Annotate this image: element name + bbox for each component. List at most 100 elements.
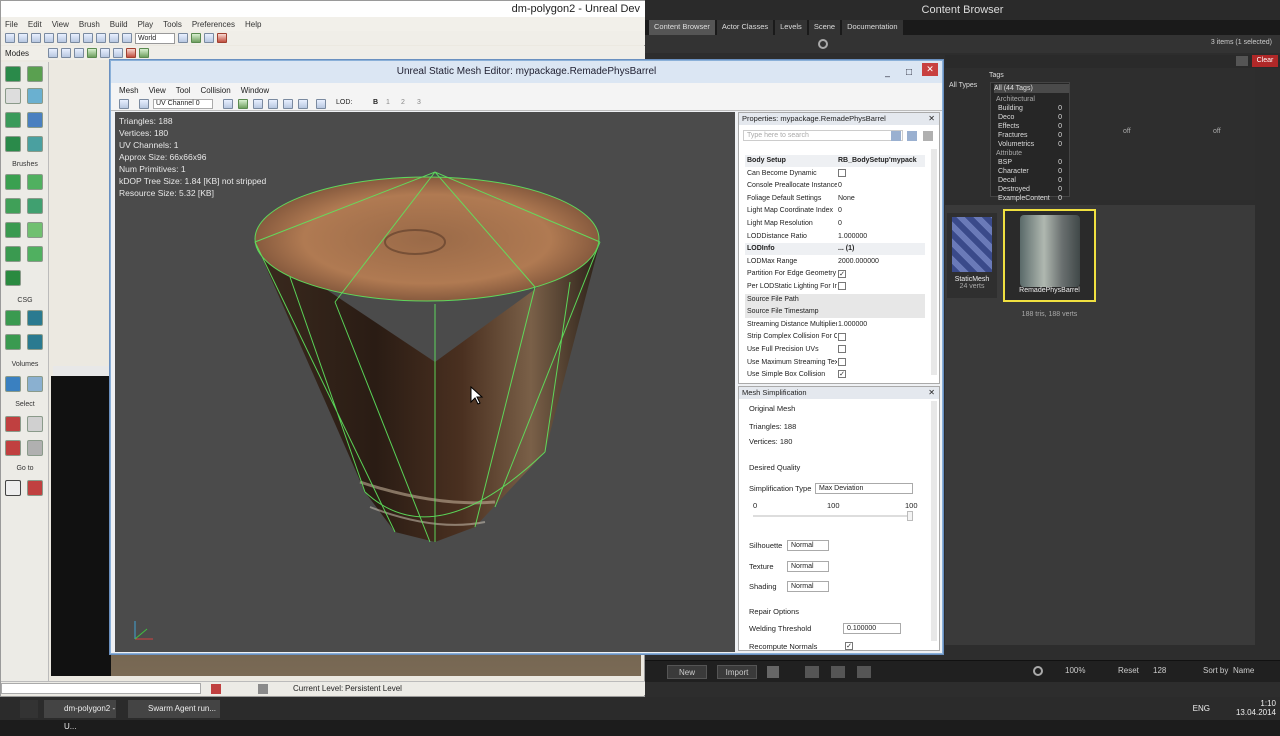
property-row[interactable]: Use Maximum Streaming Texel Ratio xyxy=(745,357,925,369)
welding-threshold-input[interactable]: 0.100000 xyxy=(843,623,901,634)
tab-documentation[interactable]: Documentation xyxy=(842,20,903,35)
system-clock[interactable]: 1:10 13.04.2014 xyxy=(1236,699,1276,717)
save-all-icon[interactable] xyxy=(44,33,54,43)
terrain-tool-icon[interactable] xyxy=(5,112,21,128)
sheet-brush-icon[interactable] xyxy=(27,222,43,238)
bounds-icon[interactable] xyxy=(253,99,263,109)
thumbnail-size[interactable]: 128 xyxy=(1153,666,1166,675)
camera-tool-icon[interactable] xyxy=(5,66,21,82)
property-checkbox[interactable] xyxy=(838,357,846,366)
search-icon[interactable] xyxy=(891,131,901,141)
tag-item[interactable]: BSP 0 xyxy=(994,158,1062,167)
properties-search-input[interactable]: Type here to search xyxy=(743,130,903,141)
property-row[interactable]: Use Simple Box Collision ✓ xyxy=(745,369,925,381)
new-button[interactable]: New xyxy=(667,665,707,679)
texture-tool-icon[interactable] xyxy=(5,136,21,152)
deselect-icon[interactable] xyxy=(27,416,43,432)
play-icon[interactable] xyxy=(204,33,214,43)
goto-actor-icon[interactable] xyxy=(5,480,21,496)
tag-item[interactable]: Volumetrics 0 xyxy=(994,140,1062,149)
tag-item[interactable]: Effects 0 xyxy=(994,122,1062,131)
menu-brush[interactable]: Brush xyxy=(79,20,100,29)
filter-icon[interactable] xyxy=(923,131,933,141)
volume-settings-icon[interactable] xyxy=(27,376,43,392)
show-selected-icon[interactable] xyxy=(27,440,43,456)
redo-icon[interactable] xyxy=(70,33,80,43)
menu-file[interactable]: File xyxy=(5,20,18,29)
rotate-icon[interactable] xyxy=(109,33,119,43)
property-row[interactable]: Light Map Coordinate Index 0 xyxy=(745,205,925,217)
property-checkbox[interactable] xyxy=(838,345,846,354)
menu-play[interactable]: Play xyxy=(138,20,154,29)
play-in-editor-icon[interactable] xyxy=(139,48,149,58)
recompute-normals-checkbox[interactable]: ✓ xyxy=(845,642,853,650)
undo-icon[interactable] xyxy=(57,33,67,43)
tab-actor-classes[interactable]: Actor Classes xyxy=(716,20,774,35)
tag-item[interactable]: Building 0 xyxy=(994,104,1062,113)
property-value[interactable] xyxy=(838,168,918,180)
maximize-icon[interactable]: □ xyxy=(906,62,912,84)
menu-collision[interactable]: Collision xyxy=(200,86,230,95)
property-value[interactable]: 2000.000000 xyxy=(838,256,918,268)
property-value[interactable]: 1.000000 xyxy=(838,231,918,243)
property-value[interactable] xyxy=(838,357,918,369)
select-inverse-icon[interactable] xyxy=(5,440,21,456)
menu-help[interactable]: Help xyxy=(245,20,261,29)
property-row[interactable]: Console Preallocate Instance 0 xyxy=(745,180,925,192)
kismet-icon[interactable] xyxy=(217,33,227,43)
geometry-tool-icon[interactable] xyxy=(5,88,21,104)
select-icon[interactable] xyxy=(83,33,93,43)
property-row[interactable]: Streaming Distance Multiplier 1.000000 xyxy=(745,319,925,331)
tag-item[interactable]: Decal 0 xyxy=(994,176,1062,185)
build-all-icon[interactable] xyxy=(191,33,201,43)
property-checkbox[interactable] xyxy=(838,282,846,291)
property-value[interactable] xyxy=(838,344,918,356)
lod-1[interactable]: 1 xyxy=(386,99,390,106)
property-value[interactable]: 1.000000 xyxy=(838,319,918,331)
save-icon[interactable] xyxy=(119,99,129,109)
move-tool-icon[interactable] xyxy=(27,88,43,104)
lighting-icon[interactable] xyxy=(113,48,123,58)
goto-builder-icon[interactable] xyxy=(27,480,43,496)
property-value[interactable]: 0 xyxy=(838,180,918,192)
csg-deintersect-icon[interactable] xyxy=(27,334,43,350)
all-tags-item[interactable]: All (44 Tags) xyxy=(994,84,1069,93)
geometry-mode-icon[interactable] xyxy=(61,48,71,58)
tab-scene[interactable]: Scene xyxy=(808,20,841,35)
property-checkbox[interactable]: ✓ xyxy=(838,269,846,278)
quality-slider-thumb[interactable] xyxy=(907,511,913,521)
property-row[interactable]: Per LODStatic Lighting For Instancing xyxy=(745,281,925,293)
terrain-mode-icon[interactable] xyxy=(74,48,84,58)
command-input[interactable] xyxy=(1,683,201,694)
quality-slider-track[interactable] xyxy=(753,511,913,521)
property-value[interactable]: RB_BodySetup'mypack xyxy=(838,155,918,167)
menu-build[interactable]: Build xyxy=(110,20,128,29)
volumetric-brush-icon[interactable] xyxy=(5,270,21,286)
property-value[interactable]: 0 xyxy=(838,218,918,230)
silhouette-dropdown[interactable]: Normal xyxy=(787,540,829,551)
csg-intersect-icon[interactable] xyxy=(5,334,21,350)
property-row[interactable]: Body Setup RB_BodySetup'mypack xyxy=(745,155,925,167)
search-icon[interactable] xyxy=(1236,56,1248,66)
property-row[interactable]: Source File Timestamp xyxy=(745,306,925,319)
menu-edit[interactable]: Edit xyxy=(28,20,42,29)
lod-base[interactable]: B xyxy=(373,99,378,106)
spiral-stair-icon[interactable] xyxy=(5,246,21,262)
collision-icon[interactable] xyxy=(238,99,248,109)
new-icon[interactable] xyxy=(5,33,15,43)
menu-view[interactable]: View xyxy=(52,20,69,29)
property-value[interactable] xyxy=(838,281,918,293)
property-row[interactable]: LODDistance Ratio 1.000000 xyxy=(745,231,925,243)
language-indicator[interactable]: ENG xyxy=(1193,704,1210,713)
menu-mesh[interactable]: Mesh xyxy=(119,86,139,95)
normals-icon[interactable] xyxy=(268,99,278,109)
list-view-icon[interactable] xyxy=(805,666,819,678)
tag-item[interactable]: Deco 0 xyxy=(994,113,1062,122)
property-row[interactable]: Can Become Dynamic xyxy=(745,168,925,180)
property-row[interactable]: LODInfo ... (1) xyxy=(745,243,925,256)
menu-tools[interactable]: Tools xyxy=(163,20,182,29)
import-button[interactable]: Import xyxy=(717,665,757,679)
coordinate-system-dropdown[interactable]: World xyxy=(135,32,175,44)
lock-icon[interactable] xyxy=(907,131,917,141)
shading-dropdown[interactable]: Normal xyxy=(787,581,829,592)
